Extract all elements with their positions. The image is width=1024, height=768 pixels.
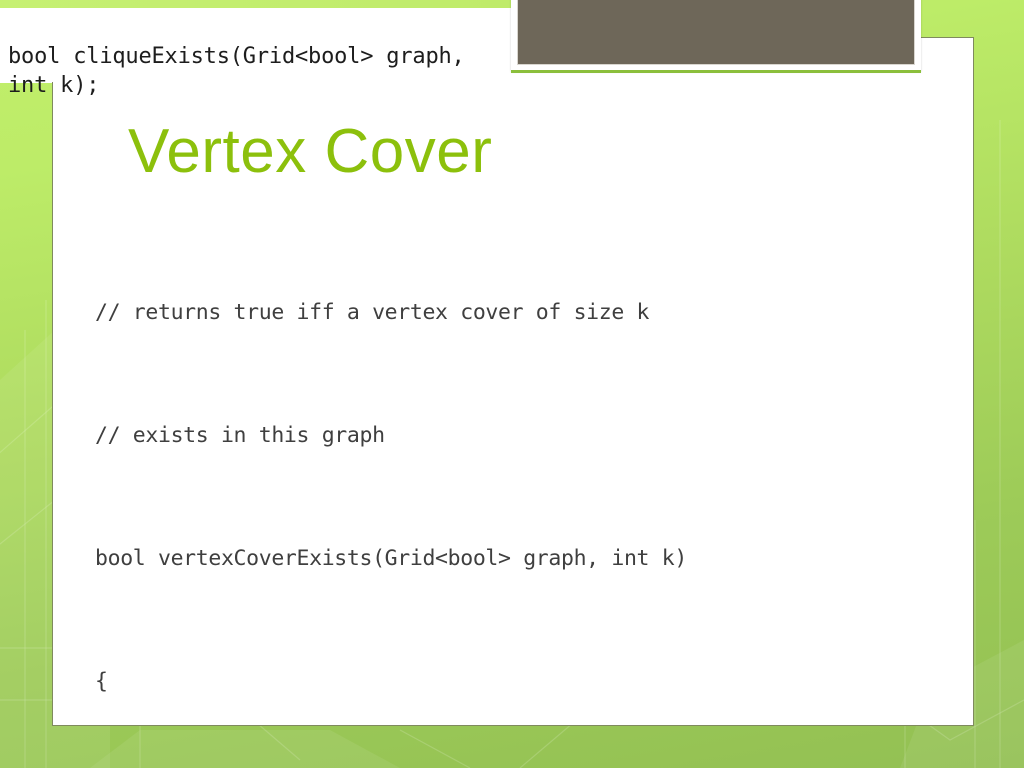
code-line: { [95,669,108,694]
slide-title: Vertex Cover [128,117,493,186]
code-line: // returns true iff a vertex cover of si… [95,300,650,325]
header-strip: bool cliqueExists(Grid<bool> graph, int … [0,8,513,98]
header-code-signature: bool cliqueExists(Grid<bool> graph, int … [8,44,465,98]
header-image-frame [511,0,921,71]
code-block: // returns true iff a vertex cover of si… [95,210,895,768]
code-line: // exists in this graph [95,423,385,448]
slide-canvas: bool cliqueExists(Grid<bool> graph, int … [0,0,1024,768]
code-line: bool vertexCoverExists(Grid<bool> graph,… [95,546,687,571]
header-image-underline [511,70,921,73]
header-image-placeholder [517,0,915,65]
panel-notch-edge [52,82,53,726]
